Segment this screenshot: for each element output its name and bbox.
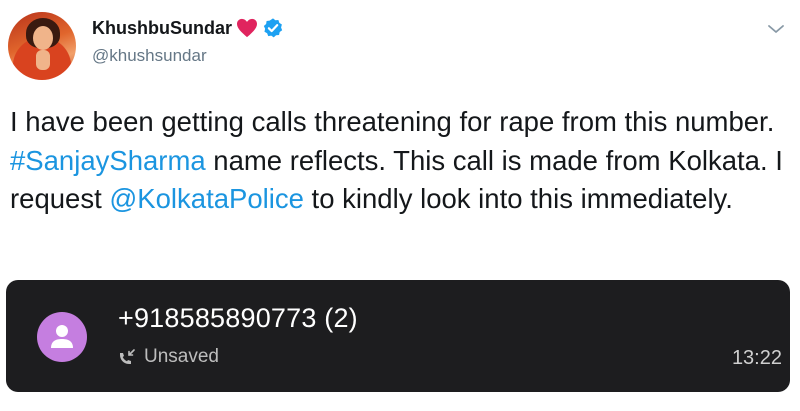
author-display-name[interactable]: KhushbuSundar: [92, 18, 232, 39]
call-status-row: Unsaved: [118, 346, 219, 368]
tweet-text-part: to kindly look into this immediately.: [303, 183, 733, 214]
tweet-text: I have been getting calls threatening fo…: [10, 103, 790, 219]
author-handle[interactable]: @khushsundar: [92, 46, 207, 66]
verified-badge-icon: [263, 18, 283, 38]
tweet: KhushbuSundar @khushsundar I have been g…: [0, 0, 800, 411]
person-icon: [51, 325, 73, 348]
hashtag-link[interactable]: #SanjaySharma: [10, 145, 206, 176]
avatar-face: [33, 26, 53, 50]
chevron-down-icon[interactable]: [766, 22, 786, 36]
call-time: 13:22: [731, 347, 782, 369]
mention-link[interactable]: @KolkataPolice: [109, 183, 304, 214]
incoming-call-icon: [120, 349, 135, 364]
phone-number: +918585890773 (2): [118, 303, 358, 333]
heart-icon: [237, 18, 257, 38]
avatar-hands: [36, 50, 50, 70]
call-log-image[interactable]: +918585890773 (2) Unsaved 13:22: [6, 280, 790, 392]
author-name-row: KhushbuSundar: [92, 17, 284, 39]
call-status: Unsaved: [144, 346, 219, 367]
tweet-text-part: I have been getting calls threatening fo…: [10, 106, 775, 137]
author-avatar[interactable]: [8, 12, 76, 80]
contact-avatar: [37, 312, 87, 362]
